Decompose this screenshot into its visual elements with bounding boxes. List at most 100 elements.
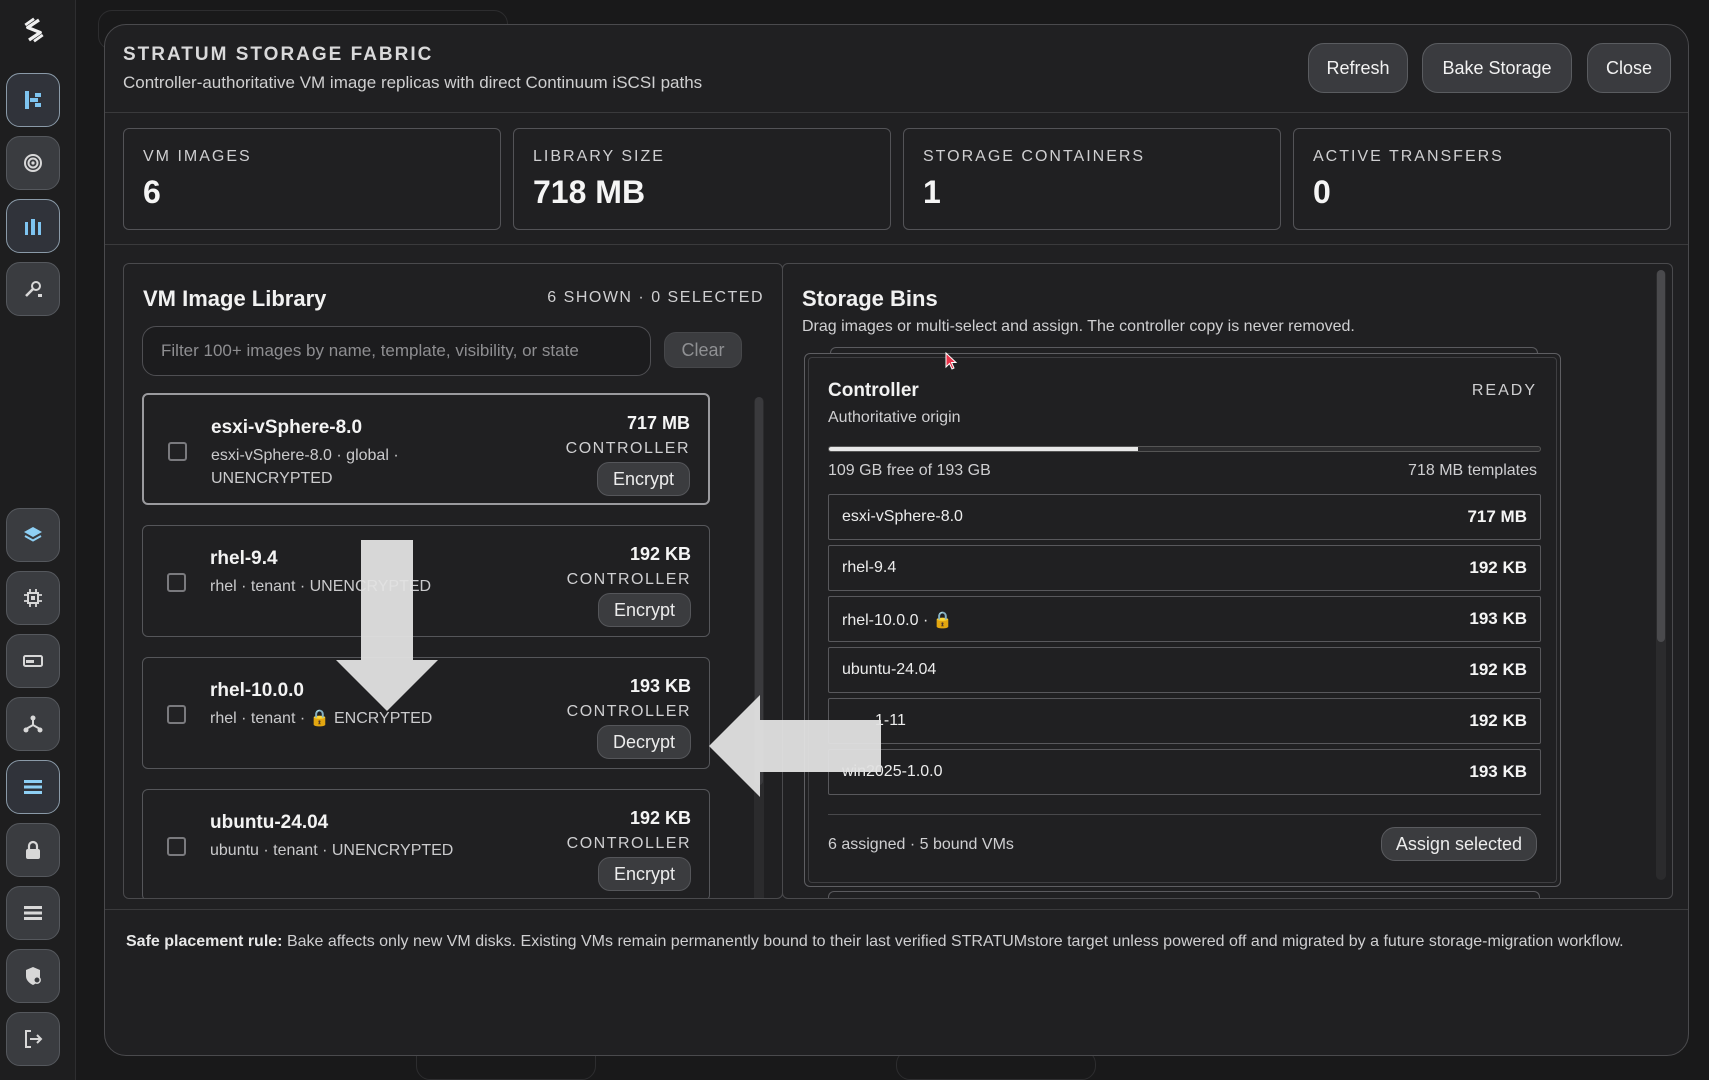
- filter-input[interactable]: [142, 326, 651, 376]
- image-size: 192 KB: [629, 544, 691, 564]
- bin-image-size: 192 KB: [1469, 660, 1527, 679]
- image-size: 717 MB: [626, 413, 690, 433]
- stat-library-size: LIBRARY SIZE 718 MB: [513, 128, 891, 230]
- controller-bin[interactable]: Controller READY Authoritative origin 10…: [804, 353, 1561, 887]
- bin-summary: 6 assigned · 5 bound VMs: [828, 836, 1014, 853]
- stat-vm-images: VM IMAGES 6: [123, 128, 501, 230]
- stat-label: VM IMAGES: [143, 148, 252, 165]
- image-location: CONTROLLER: [566, 835, 691, 852]
- chip-icon[interactable]: [6, 571, 60, 625]
- layers-icon[interactable]: [6, 508, 60, 562]
- divider: [828, 814, 1541, 815]
- rule-text: Bake affects only new VM disks. Existing…: [282, 933, 1624, 950]
- stat-label: ACTIVE TRANSFERS: [1313, 148, 1504, 165]
- select-checkbox[interactable]: [168, 442, 187, 461]
- lock-icon[interactable]: [6, 823, 60, 877]
- image-name: rhel-9.4: [210, 548, 278, 569]
- cluster-icon[interactable]: [6, 199, 60, 253]
- next-bin-edge: [828, 891, 1540, 898]
- placement-rule-note: Safe placement rule: Bake affects only n…: [126, 930, 1666, 953]
- bin-image-row[interactable]: ubuntu-24.04 192 KB: [828, 647, 1541, 693]
- logout-icon[interactable]: [6, 1012, 60, 1066]
- capacity-bar: [828, 446, 1541, 452]
- bin-image-name: rhel-9.4: [842, 559, 897, 576]
- image-card[interactable]: esxi-vSphere-8.0 esxi-vSphere-8.0 · glob…: [142, 393, 710, 505]
- target-icon[interactable]: [6, 136, 60, 190]
- image-meta: ubuntu · tenant · UNENCRYPTED: [210, 842, 454, 859]
- image-size: 192 KB: [629, 808, 691, 828]
- bin-image-size: 192 KB: [1469, 558, 1527, 577]
- image-meta: rhel · tenant · 🔒 ENCRYPTED: [210, 710, 433, 727]
- list-active-icon[interactable]: [6, 760, 60, 814]
- select-checkbox[interactable]: [167, 837, 186, 856]
- library-scrollbar[interactable]: [754, 397, 764, 898]
- refresh-button[interactable]: Refresh: [1308, 43, 1408, 93]
- bin-image-row[interactable]: esxi-vSphere-8.0 717 MB: [828, 494, 1541, 540]
- image-card[interactable]: rhel-10.0.0 rhel · tenant · 🔒 ENCRYPTED …: [142, 657, 710, 769]
- encrypt-button[interactable]: Encrypt: [596, 462, 690, 496]
- assign-selected-button[interactable]: Assign selected: [1380, 827, 1537, 861]
- tools-icon[interactable]: [6, 262, 60, 316]
- bake-storage-button[interactable]: Bake Storage: [1422, 43, 1572, 93]
- image-size: 193 KB: [629, 676, 691, 696]
- list-icon[interactable]: [6, 886, 60, 940]
- stat-label: STORAGE CONTAINERS: [923, 148, 1146, 165]
- encrypt-button[interactable]: Encrypt: [597, 857, 691, 891]
- divider: [105, 244, 1688, 245]
- encrypt-button[interactable]: Encrypt: [597, 593, 691, 627]
- bin-status: READY: [1471, 382, 1537, 399]
- shield-gear-icon[interactable]: [6, 949, 60, 1003]
- stat-label: LIBRARY SIZE: [533, 148, 665, 165]
- storage-bins-panel: Storage Bins Drag images or multi-select…: [782, 263, 1673, 899]
- stats-row: VM IMAGES 6 LIBRARY SIZE 718 MB STORAGE …: [123, 128, 1673, 230]
- vm-image-library-panel: VM Image Library 6 SHOWN · 0 SELECTED Cl…: [123, 263, 783, 899]
- decrypt-button[interactable]: Decrypt: [596, 725, 691, 759]
- image-location: CONTROLLER: [566, 571, 691, 588]
- stat-active-transfers: ACTIVE TRANSFERS 0: [1293, 128, 1671, 230]
- bin-image-row[interactable]: rhel-10.0.0 · 🔒 193 KB: [828, 596, 1541, 642]
- image-meta: esxi-vSphere-8.0 · global · UNENCRYPTED: [211, 447, 399, 487]
- bin-image-row[interactable]: rhel-9.4 192 KB: [828, 545, 1541, 591]
- capacity-bar-fill: [829, 447, 1139, 451]
- library-title: VM Image Library: [143, 286, 327, 311]
- divider: [105, 909, 1688, 910]
- bin-image-name: 1-11: [875, 712, 906, 729]
- select-checkbox[interactable]: [167, 705, 186, 724]
- bin-image-name: win2025-1.0.0: [842, 763, 943, 780]
- bin-image-name: rhel-10.0.0 · 🔒: [842, 612, 953, 629]
- network-icon[interactable]: [6, 697, 60, 751]
- storage-drive-icon[interactable]: [6, 634, 60, 688]
- image-meta: rhel · tenant · UNENCRYPTED: [210, 578, 432, 595]
- scrollbar-thumb[interactable]: [1657, 270, 1665, 642]
- image-card[interactable]: rhel-9.4 rhel · tenant · UNENCRYPTED 192…: [142, 525, 710, 637]
- stat-value: 0: [1313, 174, 1331, 210]
- bin-free-space: 109 GB free of 193 GB: [828, 462, 991, 479]
- bin-name: Controller: [828, 380, 919, 401]
- image-location: CONTROLLER: [566, 703, 691, 720]
- scrollbar-thumb[interactable]: [755, 397, 763, 785]
- stat-storage-containers: STORAGE CONTAINERS 1: [903, 128, 1281, 230]
- rule-label: Safe placement rule:: [126, 933, 283, 950]
- bin-image-size: 192 KB: [1469, 711, 1527, 730]
- image-location: CONTROLLER: [565, 440, 690, 457]
- modal-title: STRATUM STORAGE FABRIC: [123, 44, 434, 65]
- bin-image-name: esxi-vSphere-8.0: [842, 508, 963, 525]
- image-name: rhel-10.0.0: [210, 680, 304, 701]
- image-card[interactable]: ubuntu-24.04 ubuntu · tenant · UNENCRYPT…: [142, 789, 710, 898]
- bins-scrollbar[interactable]: [1656, 270, 1666, 880]
- select-checkbox[interactable]: [167, 573, 186, 592]
- bin-template-size: 718 MB templates: [1408, 462, 1537, 479]
- stat-value: 718 MB: [533, 174, 646, 210]
- clear-button[interactable]: Clear: [664, 332, 742, 368]
- bins-subtitle: Drag images or multi-select and assign. …: [802, 318, 1355, 335]
- topology-icon[interactable]: [6, 73, 60, 127]
- bin-image-row[interactable]: 1-11 192 KB: [828, 698, 1541, 744]
- stat-value: 1: [923, 174, 941, 210]
- image-name: esxi-vSphere-8.0: [211, 417, 363, 438]
- library-count: 6 SHOWN · 0 SELECTED: [547, 289, 764, 306]
- bin-image-row[interactable]: win2025-1.0.0 193 KB: [828, 749, 1541, 795]
- stratum-logo-icon[interactable]: [14, 10, 54, 50]
- stat-value: 6: [143, 174, 161, 210]
- image-list: esxi-vSphere-8.0 esxi-vSphere-8.0 · glob…: [142, 393, 712, 898]
- close-button[interactable]: Close: [1587, 43, 1671, 93]
